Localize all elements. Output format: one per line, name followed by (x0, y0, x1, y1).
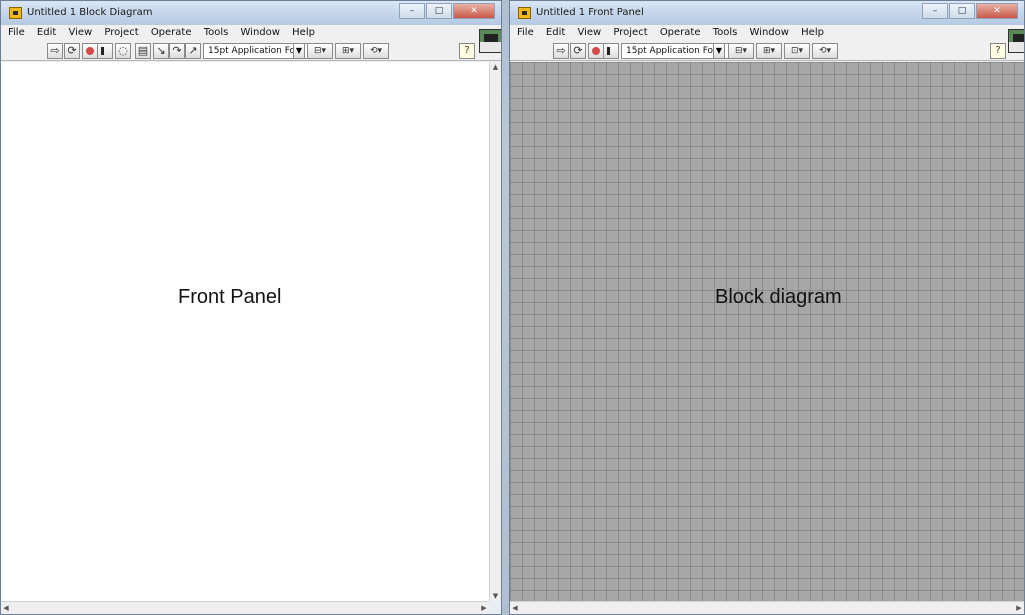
step-over-icon[interactable]: ↷ (169, 43, 185, 59)
retain-wire-values-icon[interactable]: ▤ (135, 43, 151, 59)
context-help-icon[interactable]: ? (990, 43, 1006, 59)
scroll-left-icon[interactable]: ◀ (510, 602, 520, 614)
window-title: Untitled 1 Front Panel (536, 7, 644, 18)
maximize-button[interactable]: □ (426, 3, 452, 19)
window-title: Untitled 1 Block Diagram (27, 7, 153, 18)
run-continuously-icon[interactable]: ⟳ (64, 43, 80, 59)
menu-view[interactable]: View (577, 25, 601, 41)
labview-app-icon (518, 7, 531, 19)
menu-operate[interactable]: Operate (151, 25, 192, 41)
scroll-right-icon[interactable]: ▶ (1014, 602, 1024, 614)
scroll-up-icon[interactable]: ▲ (490, 62, 501, 72)
menu-help[interactable]: Help (801, 25, 824, 41)
block-diagram-window: Untitled 1 Block Diagram – □ ✕ File Edit… (0, 0, 502, 615)
font-dropdown-icon[interactable]: ▼ (713, 43, 725, 59)
vertical-scrollbar[interactable]: ▲ ▼ (489, 62, 501, 601)
step-out-icon[interactable]: ↗ (185, 43, 201, 59)
canvas-label: Block diagram (715, 286, 842, 308)
abort-icon[interactable] (588, 43, 604, 59)
menu-help[interactable]: Help (292, 25, 315, 41)
menu-view[interactable]: View (68, 25, 92, 41)
menu-project[interactable]: Project (613, 25, 647, 41)
menu-file[interactable]: File (8, 25, 25, 41)
block-diagram-canvas[interactable]: Block diagram (510, 62, 1024, 601)
distribute-objects-icon[interactable]: ⊞▾ (756, 43, 782, 59)
reorder-icon[interactable]: ⟲▾ (812, 43, 838, 59)
front-panel-window: Untitled 1 Front Panel – □ ✕ File Edit V… (509, 0, 1025, 615)
menu-window[interactable]: Window (750, 25, 789, 41)
distribute-objects-icon[interactable]: ⊞▾ (335, 43, 361, 59)
align-objects-icon[interactable]: ⊟▾ (307, 43, 333, 59)
reorder-icon[interactable]: ⟲▾ (363, 43, 389, 59)
front-panel-canvas[interactable]: Front Panel (1, 62, 489, 601)
minimize-button[interactable]: – (922, 3, 948, 19)
pause-icon[interactable] (603, 43, 619, 59)
horizontal-scrollbar[interactable]: ◀ ▶ (1, 601, 489, 614)
toolbar: ⇨ ⟳ 15pt Application Font ▼ ⊟▾ ⊞▾ ⊡▾ ⟲▾ … (510, 41, 1024, 61)
menu-bar: File Edit View Project Operate Tools Win… (510, 25, 1024, 41)
align-objects-icon[interactable]: ⊟▾ (728, 43, 754, 59)
menu-bar: File Edit View Project Operate Tools Win… (1, 25, 501, 41)
run-continuously-icon[interactable]: ⟳ (570, 43, 586, 59)
run-arrow-icon[interactable]: ⇨ (47, 43, 63, 59)
run-arrow-icon[interactable]: ⇨ (553, 43, 569, 59)
labview-app-icon (9, 7, 22, 19)
scroll-down-icon[interactable]: ▼ (490, 591, 501, 601)
vi-icon[interactable] (479, 29, 501, 53)
close-button[interactable]: ✕ (976, 3, 1018, 19)
resize-objects-icon[interactable]: ⊡▾ (784, 43, 810, 59)
title-bar[interactable]: Untitled 1 Block Diagram – □ ✕ (1, 1, 501, 25)
menu-window[interactable]: Window (241, 25, 280, 41)
minimize-button[interactable]: – (399, 3, 425, 19)
context-help-icon[interactable]: ? (459, 43, 475, 59)
close-button[interactable]: ✕ (453, 3, 495, 19)
step-into-icon[interactable]: ↘ (153, 43, 169, 59)
canvas-label: Front Panel (178, 286, 282, 308)
pause-icon[interactable] (97, 43, 113, 59)
menu-operate[interactable]: Operate (660, 25, 701, 41)
scroll-right-icon[interactable]: ▶ (479, 602, 489, 614)
horizontal-scrollbar[interactable]: ◀ ▶ (510, 601, 1024, 614)
scroll-left-icon[interactable]: ◀ (1, 602, 11, 614)
toolbar: ⇨ ⟳ ◌ ▤ ↘ ↷ ↗ 15pt Application Font ▼ ⊟▾… (1, 41, 501, 61)
menu-tools[interactable]: Tools (204, 25, 229, 41)
menu-edit[interactable]: Edit (546, 25, 565, 41)
title-bar[interactable]: Untitled 1 Front Panel – □ ✕ (510, 1, 1024, 25)
highlight-execution-icon[interactable]: ◌ (115, 43, 131, 59)
menu-edit[interactable]: Edit (37, 25, 56, 41)
menu-file[interactable]: File (517, 25, 534, 41)
vi-icon[interactable] (1008, 29, 1024, 53)
menu-project[interactable]: Project (104, 25, 138, 41)
maximize-button[interactable]: □ (949, 3, 975, 19)
font-dropdown-icon[interactable]: ▼ (293, 43, 305, 59)
menu-tools[interactable]: Tools (713, 25, 738, 41)
abort-icon[interactable] (82, 43, 98, 59)
